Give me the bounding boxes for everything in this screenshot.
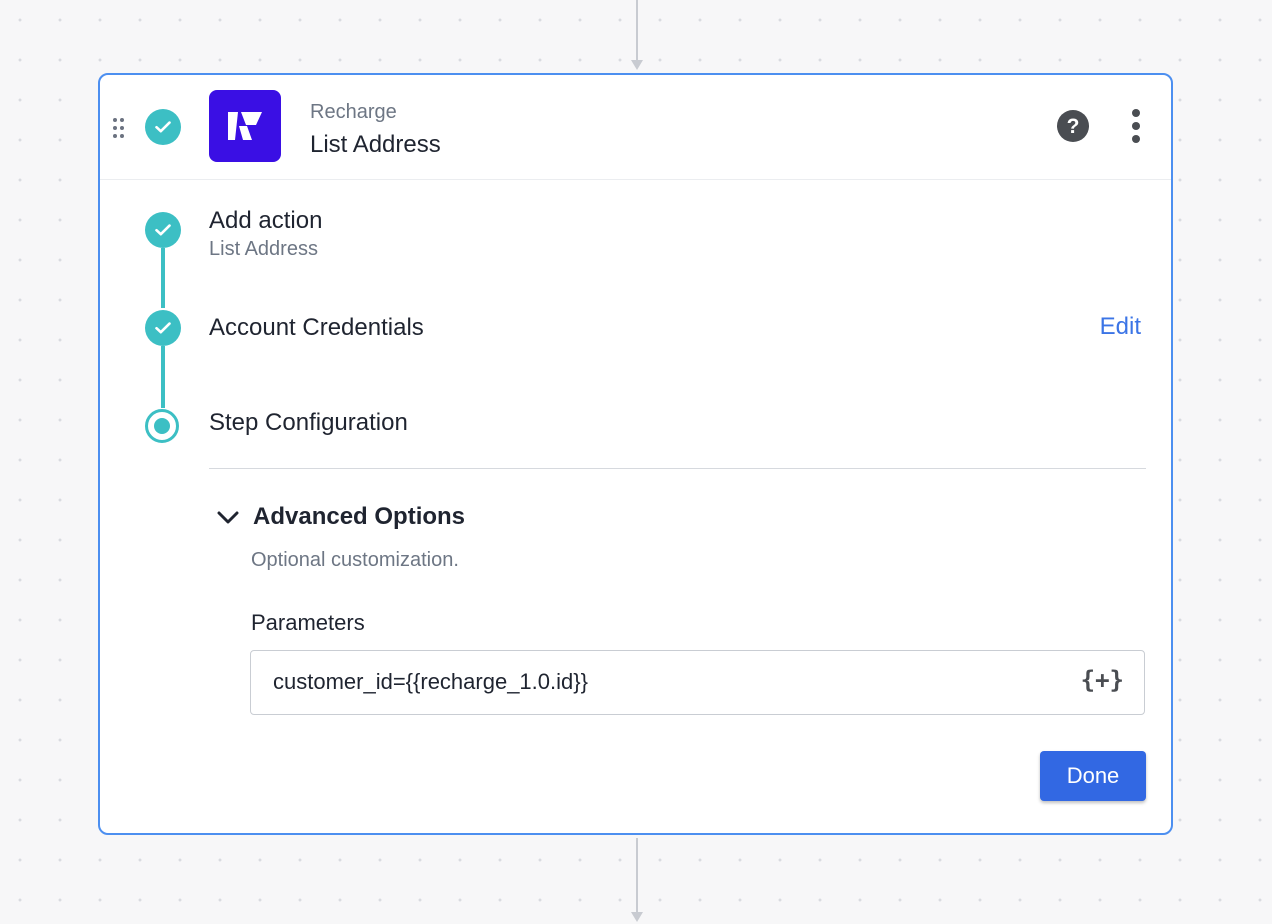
step-subtitle-add-action: List Address xyxy=(209,238,318,260)
parameters-input[interactable]: customer_id={{recharge_1.0.id}} {+} xyxy=(250,650,1145,715)
step-complete-check-icon xyxy=(145,310,181,346)
step-title-add-action: Add action xyxy=(209,207,323,234)
arrow-down-icon xyxy=(631,60,643,70)
drag-handle-icon[interactable] xyxy=(112,117,126,139)
step-connector-line xyxy=(161,248,165,308)
flow-connector-bottom xyxy=(636,838,638,914)
advanced-options-toggle[interactable]: Advanced Options xyxy=(214,503,474,535)
chevron-down-icon xyxy=(217,511,239,524)
step-connector-line xyxy=(161,346,165,408)
advanced-options-title: Advanced Options xyxy=(253,503,466,530)
step-complete-check-icon xyxy=(145,109,181,145)
recharge-logo-icon xyxy=(209,90,281,162)
done-button[interactable]: Done xyxy=(1040,751,1146,801)
step-complete-check-icon xyxy=(145,212,181,248)
advanced-options-description: Optional customization. xyxy=(251,549,459,571)
action-name: List Address xyxy=(310,131,441,158)
app-name: Recharge xyxy=(310,101,397,123)
step-card: Recharge List Address ? Add action List … xyxy=(98,73,1173,835)
step-active-indicator-icon xyxy=(145,409,179,443)
arrow-down-icon xyxy=(631,912,643,922)
question-icon[interactable]: ? xyxy=(1057,110,1089,142)
step-title-step-configuration: Step Configuration xyxy=(209,409,408,436)
section-divider xyxy=(209,468,1146,469)
parameters-label: Parameters xyxy=(251,610,365,635)
edit-credentials-link[interactable]: Edit xyxy=(1100,313,1141,341)
step-title-account-credentials: Account Credentials xyxy=(209,314,424,341)
insert-variable-icon[interactable]: {+} xyxy=(1081,666,1124,694)
flow-connector-top xyxy=(636,0,638,62)
kebab-menu-icon[interactable] xyxy=(1125,109,1147,143)
card-header: Recharge List Address ? xyxy=(100,75,1171,180)
parameters-input-value: customer_id={{recharge_1.0.id}} xyxy=(273,669,588,694)
